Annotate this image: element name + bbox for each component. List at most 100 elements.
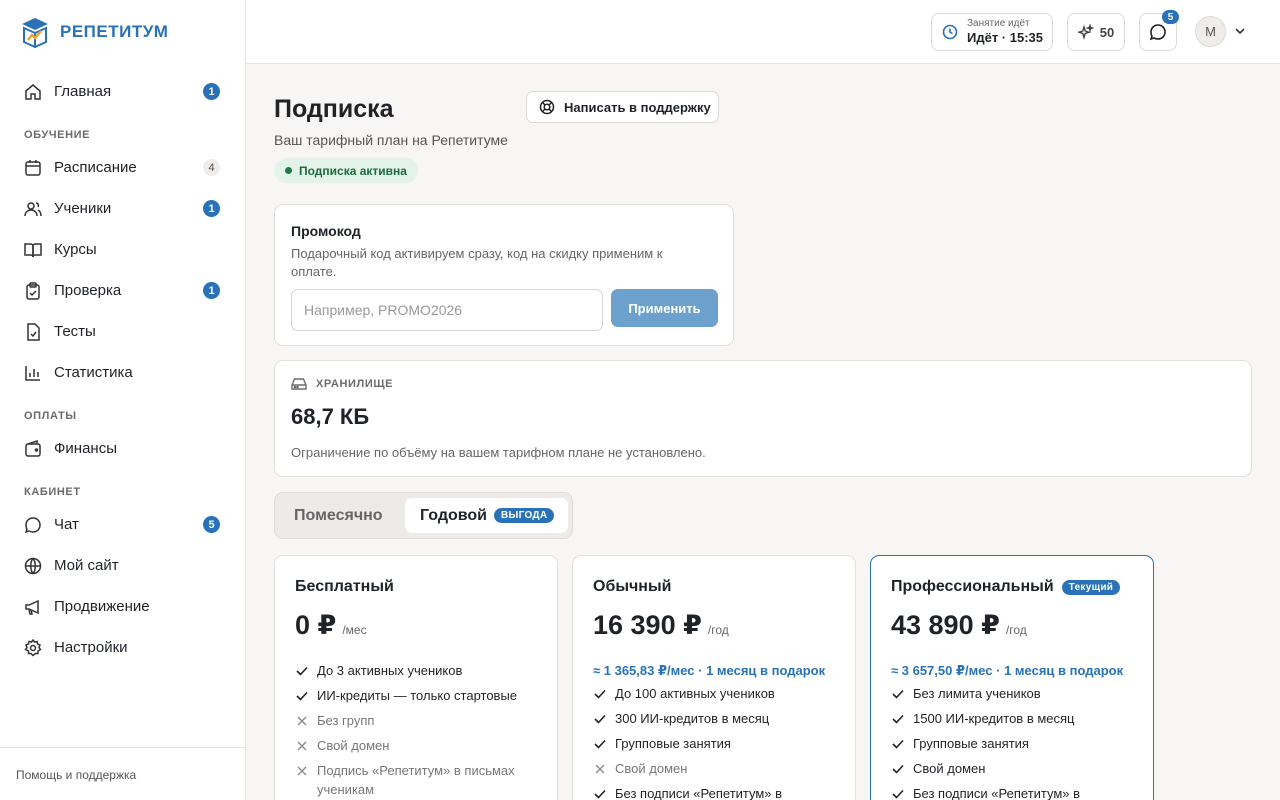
plan-price: 43 890 ₽ /год <box>891 610 1027 641</box>
plan-monthly-equivalent: ≈ 1 365,83 ₽/мес · 1 месяц в подарок <box>593 663 826 678</box>
sidebar-item-label: Настройки <box>54 639 128 656</box>
sidebar-item-label: Проверка <box>54 282 122 299</box>
plan-price-amount: 43 890 ₽ <box>891 610 1000 640</box>
check-icon <box>891 709 905 728</box>
sidebar-item-chat[interactable]: Чат 5 <box>0 504 245 545</box>
sidebar-item-home[interactable]: Главная 1 <box>0 71 245 112</box>
logo-text: РЕПЕТИТУМ <box>60 22 169 41</box>
sidebar-item-label: Расписание <box>54 159 137 176</box>
promo-title: Промокод <box>291 223 361 239</box>
sidebar-item-label: Чат <box>54 516 79 533</box>
support-button[interactable]: Написать в поддержку <box>526 91 719 123</box>
feature-item: Групповые занятия <box>891 734 1141 753</box>
plan-monthly-equivalent: ≈ 3 657,50 ₽/мес · 1 месяц в подарок <box>891 663 1124 678</box>
feature-text: Без подписи «Репетитум» в <box>913 786 1081 800</box>
promo-code-input[interactable] <box>291 289 603 331</box>
plan-name: Профессиональный Текущий <box>891 578 1121 596</box>
sidebar-item-tests[interactable]: Тесты <box>0 311 245 352</box>
chat-icon <box>24 516 42 534</box>
toggle-yearly[interactable]: Годовой ВЫГОДА <box>405 498 568 533</box>
sidebar-item-label: Главная <box>54 83 112 100</box>
feature-item: Свой домен <box>593 759 843 778</box>
lesson-status-button[interactable]: Занятие идёт Идёт · 15:35 <box>931 13 1053 51</box>
plan-features: Без лимита учеников 1500 ИИ-кредитов в м… <box>891 684 1141 800</box>
sidebar-item-statistics[interactable]: Статистика <box>0 352 245 393</box>
plan-price-period: /год <box>1005 623 1027 637</box>
notification-badge: 5 <box>203 516 220 533</box>
calendar-icon <box>24 159 42 177</box>
messages-button[interactable]: 5 <box>1139 10 1179 51</box>
chat-icon <box>1149 24 1166 41</box>
plan-price: 0 ₽ /мес <box>295 610 367 641</box>
book-icon <box>24 241 42 259</box>
sidebar-item-label: Статистика <box>54 364 133 381</box>
logo[interactable]: РЕПЕТИТУМ <box>20 16 168 48</box>
status-text: Подписка активна <box>299 163 407 178</box>
feature-text: До 3 активных учеников <box>317 663 463 678</box>
check-icon <box>295 686 309 705</box>
sidebar-item-my-site[interactable]: Мой сайт <box>0 545 245 586</box>
sidebar-item-finance[interactable]: Финансы <box>0 428 245 469</box>
promo-description: Подарочный код активируем сразу, код на … <box>291 246 663 279</box>
sidebar-item-label: Тесты <box>54 323 96 340</box>
feature-text: 300 ИИ-кредитов в месяц <box>615 711 770 726</box>
discount-badge: ВЫГОДА <box>494 508 555 523</box>
feature-item: Без лимита учеников <box>891 684 1141 703</box>
feature-item: Свой домен <box>295 736 545 755</box>
feature-item: Без групп <box>295 711 545 730</box>
page-subtitle: Ваш тарифный план на Репетитуме <box>274 132 508 148</box>
plan-card-free[interactable]: Бесплатный 0 ₽ /мес До 3 активных ученик… <box>274 555 558 800</box>
sidebar-item-students[interactable]: Ученики 1 <box>0 188 245 229</box>
megaphone-icon <box>24 598 42 616</box>
sidebar-item-review[interactable]: Проверка 1 <box>0 270 245 311</box>
feature-text: 1500 ИИ-кредитов в месяц <box>913 711 1075 726</box>
notification-badge: 1 <box>203 83 220 100</box>
plan-card-professional[interactable]: Профессиональный Текущий 43 890 ₽ /год ≈… <box>870 555 1154 800</box>
storage-note: Ограничение по объёму на вашем тарифном … <box>291 445 706 460</box>
wallet-icon <box>24 439 42 458</box>
toggle-monthly[interactable]: Помесячно <box>294 507 383 525</box>
feature-text: Подпись «Репетитум» в письмах ученикам <box>317 763 515 797</box>
plan-name-text: Бесплатный <box>295 578 394 595</box>
check-icon <box>891 684 905 703</box>
check-icon <box>891 759 905 778</box>
avatar[interactable]: M <box>1195 16 1226 47</box>
ai-credits-button[interactable]: 50 <box>1067 13 1125 51</box>
help-link[interactable]: Помощь и поддержка <box>0 747 245 800</box>
plan-price: 16 390 ₽ /год <box>593 610 729 641</box>
feature-item: 1500 ИИ-кредитов в месяц <box>891 709 1141 728</box>
plan-price-amount: 16 390 ₽ <box>593 610 702 640</box>
hard-drive-icon <box>291 378 307 390</box>
chart-icon <box>24 364 42 382</box>
plan-name: Обычный <box>593 578 671 596</box>
plan-card-regular[interactable]: Обычный 16 390 ₽ /год ≈ 1 365,83 ₽/мес ·… <box>572 555 856 800</box>
feature-text: Свой домен <box>913 761 986 776</box>
top-header: Занятие идёт Идёт · 15:35 50 5 M <box>246 0 1280 64</box>
cross-icon <box>593 759 607 778</box>
notification-badge: 1 <box>203 282 220 299</box>
current-plan-badge: Текущий <box>1061 579 1121 595</box>
sidebar-item-label: Курсы <box>54 241 97 258</box>
chevron-down-icon[interactable] <box>1234 25 1246 37</box>
storage-value: 68,7 КБ <box>291 404 370 429</box>
sidebar-item-settings[interactable]: Настройки <box>0 627 245 668</box>
support-button-label: Написать в поддержку <box>564 99 711 115</box>
toggle-yearly-label: Годовой <box>420 506 487 524</box>
cross-icon <box>295 736 309 755</box>
feature-text: Без лимита учеников <box>913 686 1041 701</box>
sidebar-item-label: Ученики <box>54 200 112 217</box>
feature-item: ИИ-кредиты — только стартовые <box>295 686 545 705</box>
count-badge: 4 <box>203 159 220 176</box>
lesson-status-time: Идёт · 15:35 <box>967 30 1043 45</box>
sidebar-item-promotion[interactable]: Продвижение <box>0 586 245 627</box>
plan-price-period: /год <box>707 623 729 637</box>
sidebar-item-label: Продвижение <box>54 598 150 615</box>
plan-features: До 3 активных учеников ИИ-кредиты — толь… <box>295 661 545 800</box>
sidebar-item-courses[interactable]: Курсы <box>0 229 245 270</box>
check-icon <box>891 734 905 753</box>
apply-button[interactable]: Применить <box>611 289 718 327</box>
plan-features: До 100 активных учеников 300 ИИ-кредитов… <box>593 684 843 800</box>
sidebar-item-schedule[interactable]: Расписание 4 <box>0 147 245 188</box>
section-label: КАБИНЕТ <box>24 486 81 498</box>
promo-card: Промокод Подарочный код активируем сразу… <box>274 204 734 346</box>
